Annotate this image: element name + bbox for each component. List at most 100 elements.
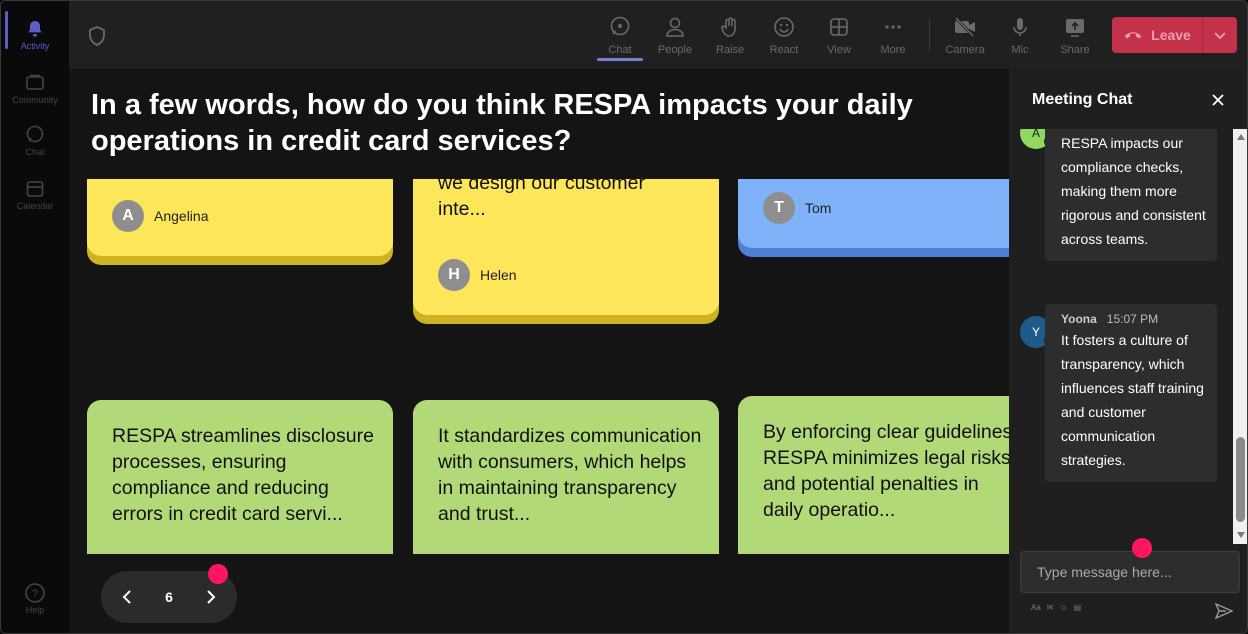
rail-item-chat[interactable]: Chat: [1, 115, 69, 167]
scrollbar-thumb[interactable]: [1236, 437, 1245, 522]
chat-message-input[interactable]: [1037, 564, 1223, 580]
toolbar-label: Raise: [715, 44, 745, 56]
toolbar-selected-indicator: [597, 58, 643, 61]
gif-icon[interactable]: ▤: [1074, 603, 1082, 612]
card-text: It standardizes communication with consu…: [438, 425, 702, 525]
rail-label: Activity: [20, 41, 50, 51]
response-card[interactable]: RESPA streamlines disclosure processes, …: [87, 400, 393, 554]
card-text: we design our customer inte...: [438, 179, 646, 220]
presentation-stage: In a few words, how do you think RESPA i…: [69, 69, 1009, 633]
page-number: 6: [165, 589, 173, 605]
chat-message-field[interactable]: [1020, 551, 1240, 593]
toolbar-more-button[interactable]: More: [866, 9, 920, 61]
toolbar-share-button[interactable]: Share: [1048, 9, 1102, 61]
toolbar-label: Mic: [1011, 44, 1029, 56]
response-card[interactable]: It standardizes communication with consu…: [413, 400, 719, 554]
response-card[interactable]: we design our customer inte... H Helen: [413, 179, 719, 324]
chat-title: Meeting Chat: [1032, 91, 1133, 108]
share-icon: [1063, 15, 1087, 39]
avatar: H: [438, 259, 470, 291]
app-rail: Activity Community Chat Calendar ? Help: [1, 1, 69, 633]
send-icon[interactable]: [1213, 600, 1235, 622]
author-name: Tom: [805, 200, 832, 216]
card-author: A Angelina: [112, 200, 209, 232]
mic-icon: [1008, 15, 1032, 39]
chat-message: RESPA impacts our compliance checks, mak…: [1045, 129, 1217, 261]
card-author: T Tom: [763, 192, 831, 224]
pointer-dot: [208, 564, 228, 584]
format-icon[interactable]: Aa: [1031, 603, 1041, 612]
leave-button[interactable]: Leave: [1112, 17, 1237, 53]
community-icon: [24, 73, 46, 93]
card-author: H Helen: [438, 259, 517, 291]
leave-label: Leave: [1151, 27, 1191, 43]
smile-icon: [772, 15, 796, 39]
attach-icon[interactable]: ✉: [1047, 603, 1054, 612]
rail-item-activity[interactable]: Activity: [1, 9, 69, 61]
format-toolbar: Aa ✉ ☺ ▤: [1031, 603, 1081, 612]
toolbar-label: Chat: [608, 44, 632, 56]
toolbar-chat-button[interactable]: Chat: [593, 9, 647, 61]
toolbar-raise-button[interactable]: Raise: [703, 9, 757, 61]
toolbar-label: View: [827, 44, 851, 56]
toolbar-label: React: [769, 44, 799, 56]
rail-item-community[interactable]: Community: [1, 63, 69, 115]
more-icon: [881, 15, 905, 39]
meeting-chat-panel: Meeting Chat A RESPA impacts our complia…: [1009, 69, 1247, 633]
toolbar-divider: [929, 19, 930, 51]
rail-label: Community: [12, 95, 58, 105]
toolbar-camera-button[interactable]: Camera: [938, 9, 992, 61]
camera-off-icon: [953, 15, 977, 39]
avatar: A: [112, 200, 144, 232]
people-icon: [663, 15, 687, 39]
message-author: Yoona: [1061, 312, 1097, 326]
bell-icon: [24, 19, 46, 39]
toolbar-label: More: [880, 44, 906, 56]
toolbar-react-button[interactable]: React: [757, 9, 811, 61]
close-icon[interactable]: [1207, 89, 1229, 111]
grid-icon: [827, 15, 851, 39]
toolbar-label: Share: [1060, 44, 1090, 56]
rail-item-calendar[interactable]: Calendar: [1, 169, 69, 221]
chat-icon: [24, 125, 46, 145]
card-text: RESPA streamlines disclosure processes, …: [112, 425, 374, 525]
toolbar-label: Camera: [945, 44, 985, 56]
response-board: A Angelina we design our customer inte..…: [69, 179, 1009, 554]
chevron-right-icon[interactable]: [198, 584, 224, 610]
toolbar-label: People: [657, 44, 693, 56]
card-text: By enforcing clear guidelines, RESPA min…: [763, 421, 1009, 521]
phone-hangup-icon: [1123, 27, 1143, 43]
message-text: It fosters a culture of transparency, wh…: [1061, 332, 1204, 468]
emoji-icon[interactable]: ☺: [1060, 603, 1068, 612]
scroll-down-icon[interactable]: [1236, 530, 1246, 540]
chat-scrollbar[interactable]: [1233, 129, 1247, 544]
rail-label: Help: [25, 605, 45, 615]
chevron-left-icon[interactable]: [114, 584, 140, 610]
author-name: Helen: [480, 267, 517, 283]
avatar: T: [763, 192, 795, 224]
hand-icon: [718, 15, 742, 39]
scroll-up-icon[interactable]: [1236, 132, 1246, 142]
message-meta: Yoona 15:07 PM: [1061, 310, 1207, 328]
response-card[interactable]: T Tom: [738, 179, 1009, 257]
message-text: RESPA impacts our compliance checks, mak…: [1061, 135, 1206, 247]
rail-label: Chat: [25, 147, 45, 157]
calendar-icon: [24, 179, 46, 199]
chat-icon: [608, 15, 632, 39]
chat-message: Yoona 15:07 PM It fosters a culture of tr…: [1045, 304, 1217, 482]
toolbar-people-button[interactable]: People: [648, 9, 702, 61]
rail-label: Calendar: [16, 201, 54, 211]
rail-item-help[interactable]: ? Help: [1, 573, 69, 625]
message-time: 15:07 PM: [1106, 312, 1159, 326]
help-icon: ?: [24, 583, 46, 603]
author-name: Angelina: [154, 208, 209, 224]
chat-messages: A RESPA impacts our compliance checks, m…: [1009, 129, 1247, 544]
question-title: In a few words, how do you think RESPA i…: [91, 89, 913, 157]
toolbar-view-button[interactable]: View: [812, 9, 866, 61]
shield-icon: [87, 25, 107, 52]
toolbar-mic-button[interactable]: Mic: [993, 9, 1047, 61]
response-card[interactable]: A Angelina: [87, 179, 393, 265]
svg-text:?: ?: [32, 588, 38, 600]
chevron-down-icon[interactable]: [1203, 30, 1237, 40]
response-card[interactable]: By enforcing clear guidelines, RESPA min…: [738, 396, 1009, 554]
